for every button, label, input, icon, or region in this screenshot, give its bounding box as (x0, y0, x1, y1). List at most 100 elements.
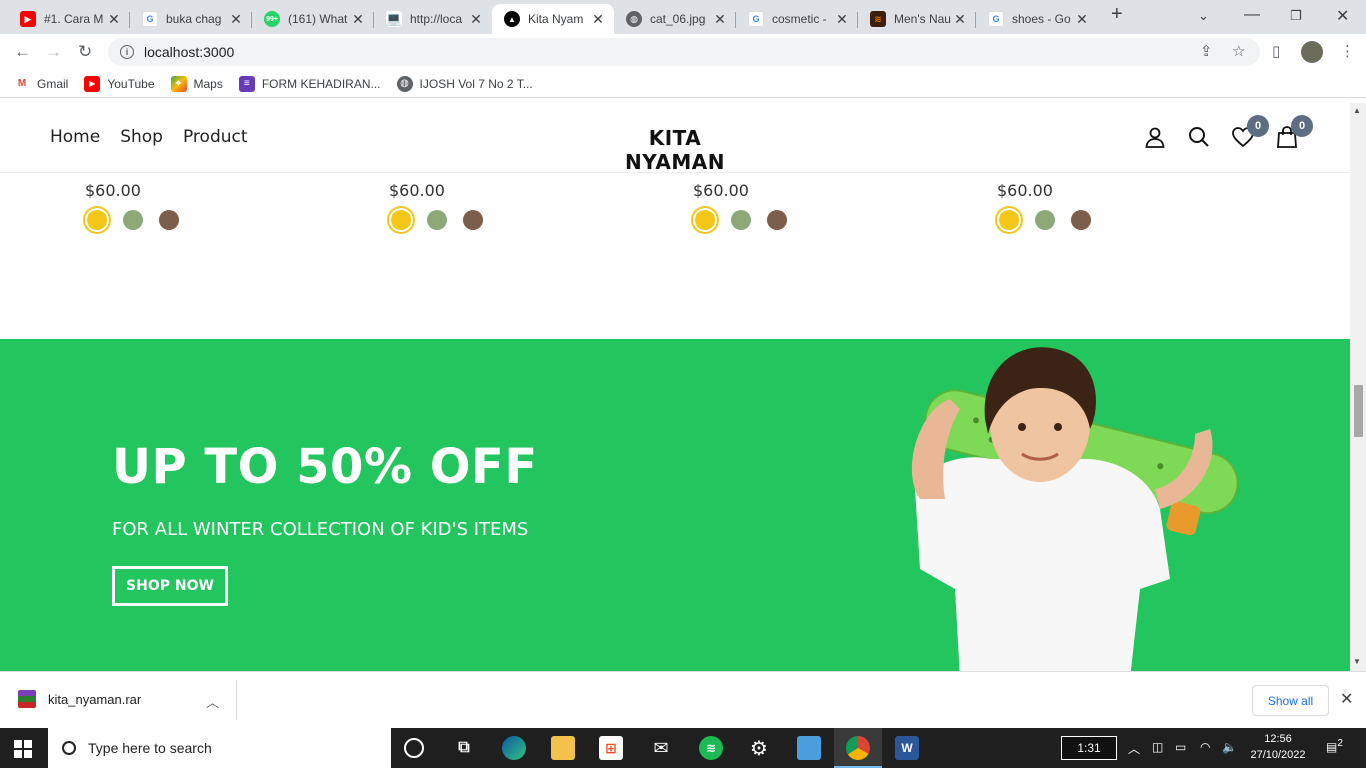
tab-whatsapp[interactable]: 99+ (161) What ✕ (252, 4, 374, 34)
product-card[interactable]: $60.00 (693, 181, 787, 230)
file-explorer-icon[interactable] (551, 736, 575, 760)
search-icon[interactable] (1187, 125, 1211, 149)
swatch-yellow[interactable] (391, 210, 411, 230)
windows-start-icon[interactable] (14, 740, 32, 758)
bookmark-star-icon[interactable]: ☆ (1232, 42, 1245, 60)
swatch-brown[interactable] (159, 210, 179, 230)
volume-icon[interactable]: 🔈 (1222, 740, 1237, 754)
youtube-icon: ▶ (84, 75, 101, 92)
chevron-up-icon[interactable]: ︿ (206, 692, 219, 711)
back-icon[interactable]: ← (14, 42, 31, 62)
close-icon[interactable]: ✕ (1074, 11, 1090, 28)
scrollbar-thumb[interactable] (1354, 385, 1363, 437)
close-icon[interactable]: ✕ (712, 11, 728, 28)
globe-icon: ◍ (626, 11, 642, 27)
swatch-green[interactable] (427, 210, 447, 230)
tab-cat-jpg[interactable]: ◍ cat_06.jpg ✕ (614, 4, 736, 34)
bookmark-form-kehadiran[interactable]: ≡ FORM KEHADIRAN... (238, 75, 381, 92)
banner-subtitle: FOR ALL WINTER COLLECTION OF KID'S ITEMS (112, 519, 529, 540)
cart-button[interactable]: 0 (1275, 115, 1313, 149)
bookmark-label: Maps (193, 76, 223, 91)
wifi-icon[interactable]: ◠ (1200, 740, 1210, 754)
tray-chevron-icon[interactable]: ︿ (1128, 740, 1140, 757)
bookmark-ijosh[interactable]: ◍ IJOSH Vol 7 No 2 T... (396, 75, 533, 92)
close-shelf-icon[interactable]: ✕ (1340, 689, 1353, 709)
clock-time: 12:56 (1264, 733, 1292, 745)
swatch-brown[interactable] (767, 210, 787, 230)
youtube-icon: ▶ (20, 11, 36, 27)
close-icon[interactable]: ✕ (350, 11, 366, 28)
close-icon[interactable]: ✕ (834, 11, 850, 28)
tab-localhost[interactable]: 💻 http://loca ✕ (374, 4, 492, 34)
user-icon[interactable] (1143, 125, 1167, 149)
swatch-yellow[interactable] (695, 210, 715, 230)
spotify-icon[interactable]: ≋ (699, 736, 723, 760)
tab-shoes[interactable]: G shoes - Go ✕ (976, 4, 1098, 34)
product-card[interactable]: $60.00 (389, 181, 483, 230)
taskbar-clock[interactable]: 12:56 27/10/2022 (1248, 731, 1308, 763)
new-tab-button[interactable]: + (1111, 3, 1123, 26)
bookmark-maps[interactable]: ⌖ Maps (170, 75, 223, 92)
scroll-down-icon[interactable]: ▼ (1353, 657, 1361, 666)
bookmark-gmail[interactable]: M Gmail (14, 76, 69, 92)
chrome-icon[interactable] (846, 736, 870, 760)
window-close-button[interactable]: ✕ (1336, 6, 1349, 26)
word-icon[interactable]: W (895, 736, 919, 760)
microsoft-store-icon[interactable]: ⊞ (599, 736, 623, 760)
settings-gear-icon[interactable]: ⚙ (747, 736, 771, 760)
menu-icon[interactable]: ⋮ (1340, 42, 1355, 60)
nav-shop[interactable]: Shop (120, 127, 163, 147)
nav-product[interactable]: Product (183, 127, 248, 147)
tab-search-icon[interactable]: ⌄ (1198, 8, 1209, 24)
swatch-brown[interactable] (463, 210, 483, 230)
tab-kita-nyaman[interactable]: ▲ Kita Nyam ✕ (492, 4, 614, 34)
close-icon[interactable]: ✕ (590, 11, 606, 28)
swatch-yellow[interactable] (87, 210, 107, 230)
restore-button[interactable]: ❐ (1290, 8, 1302, 24)
swatch-green[interactable] (1035, 210, 1055, 230)
profile-avatar[interactable] (1301, 41, 1323, 63)
control-panel-icon[interactable] (797, 736, 821, 760)
swatch-brown[interactable] (1071, 210, 1091, 230)
timer-widget[interactable]: 1:31 (1061, 736, 1117, 760)
minimize-button[interactable]: — (1244, 6, 1260, 24)
close-icon[interactable]: ✕ (106, 11, 122, 28)
nav-home[interactable]: Home (50, 127, 100, 147)
tab-youtube[interactable]: ▶ #1. Cara M ✕ (8, 4, 130, 34)
side-panel-icon[interactable]: ▯ (1272, 42, 1280, 60)
battery-icon[interactable]: ▭ (1175, 740, 1186, 754)
download-item[interactable]: kita_nyaman.rar (18, 690, 141, 708)
brand-logo[interactable]: KITA NYAMAN (600, 126, 750, 174)
cortana-icon[interactable] (404, 738, 424, 758)
tab-google-chag[interactable]: G buka chag ✕ (130, 4, 252, 34)
wishlist-button[interactable]: 0 (1231, 115, 1269, 149)
close-icon[interactable]: ✕ (468, 11, 484, 28)
swatch-green[interactable] (731, 210, 751, 230)
scroll-up-icon[interactable]: ▲ (1353, 106, 1361, 115)
shop-now-button[interactable]: SHOP NOW (112, 566, 228, 606)
bookmark-youtube[interactable]: ▶ YouTube (84, 75, 155, 92)
color-swatches (87, 210, 179, 230)
meet-now-icon[interactable]: ◫ (1152, 740, 1163, 754)
share-icon[interactable]: ⇪ (1200, 42, 1213, 60)
swatch-green[interactable] (123, 210, 143, 230)
product-card[interactable]: $60.00 (85, 181, 179, 230)
tab-cosmetic[interactable]: G cosmetic - ✕ (736, 4, 858, 34)
notification-center-icon[interactable]: ▤2 (1326, 738, 1344, 756)
tab-mens[interactable]: ≋ Men's Nau ✕ (858, 4, 976, 34)
show-all-button[interactable]: Show all (1252, 685, 1329, 716)
forward-icon[interactable]: → (45, 42, 62, 62)
close-icon[interactable]: ✕ (228, 11, 244, 28)
info-icon[interactable]: i (120, 45, 134, 59)
edge-icon[interactable] (502, 736, 526, 760)
address-bar[interactable]: i localhost:3000 (108, 38, 1260, 66)
taskbar-search[interactable]: Type here to search (48, 728, 391, 768)
mail-icon[interactable]: ✉ (649, 736, 673, 760)
swatch-yellow[interactable] (999, 210, 1019, 230)
product-card[interactable]: $60.00 (997, 181, 1091, 230)
close-icon[interactable]: ✕ (952, 11, 968, 28)
task-view-icon[interactable]: ⧉ (452, 736, 476, 760)
reload-icon[interactable]: ↻ (78, 42, 92, 62)
page-scrollbar[interactable]: ▲ ▼ (1350, 103, 1366, 671)
page-viewport: Home Shop Product KITA NYAMAN 0 0 $60.00… (0, 103, 1350, 671)
